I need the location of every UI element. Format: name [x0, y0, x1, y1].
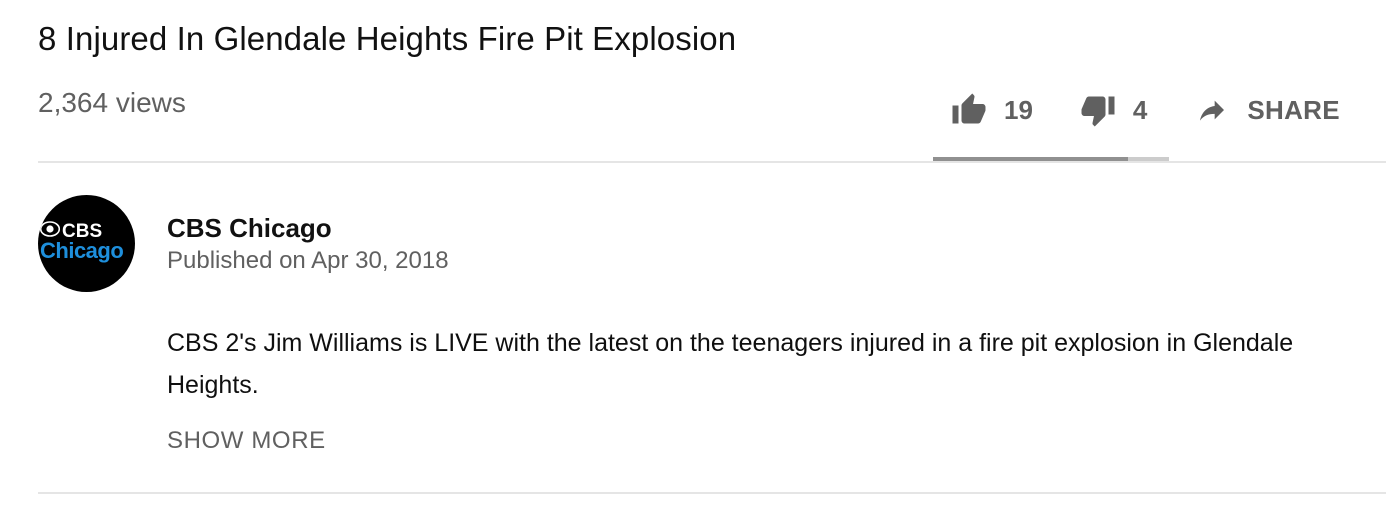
avatar-logo-chicago: Chicago	[40, 238, 124, 263]
publish-date: Published on Apr 30, 2018	[167, 247, 449, 274]
video-info-panel: 8 Injured In Glendale Heights Fire Pit E…	[0, 0, 1386, 522]
share-button[interactable]: SHARE	[1195, 94, 1340, 126]
dislike-count: 4	[1132, 94, 1148, 125]
thumbs-up-icon	[950, 92, 988, 128]
channel-name-link[interactable]: CBS Chicago	[167, 213, 332, 244]
dislike-button[interactable]: 4	[1079, 92, 1147, 128]
thumbs-down-icon	[1079, 92, 1117, 128]
channel-avatar[interactable]: CBS Chicago	[38, 195, 135, 292]
divider	[38, 492, 1386, 494]
divider	[38, 161, 1386, 163]
like-count: 19	[1004, 94, 1033, 125]
share-arrow-icon	[1195, 94, 1229, 126]
share-label: SHARE	[1247, 94, 1340, 125]
video-title: 8 Injured In Glendale Heights Fire Pit E…	[38, 20, 737, 57]
action-bar: 19 4 SHARE	[946, 88, 1340, 132]
view-count: 2,364 views	[38, 87, 186, 118]
video-description: CBS 2's Jim Williams is LIVE with the la…	[167, 329, 1294, 399]
like-button[interactable]: 19	[950, 92, 1033, 128]
show-more-button[interactable]: SHOW MORE	[167, 427, 326, 455]
